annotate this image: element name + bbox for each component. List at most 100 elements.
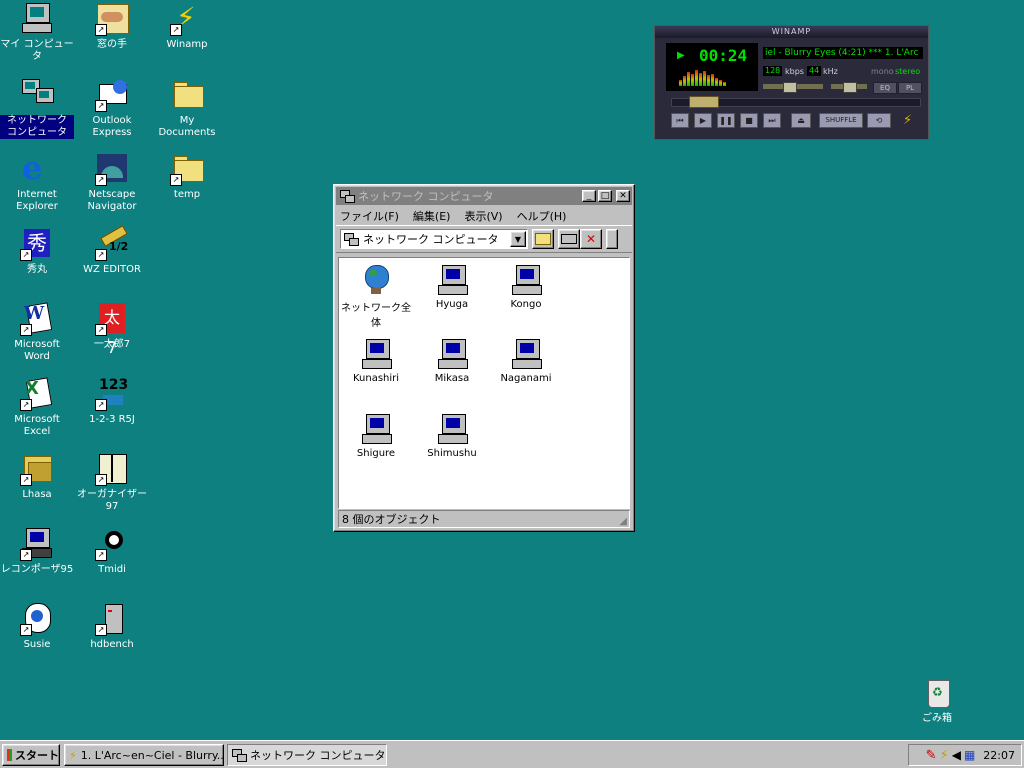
desktop-icon-recomposer[interactable]: ↗ レコンポーザ95 [0,527,74,576]
spectrum-visualizer[interactable] [679,70,726,86]
desktop-icon-outlook-express[interactable]: ↗ Outlook Express [75,78,149,139]
desktop-icon-recycle-bin[interactable]: ♻ ごみ箱 [900,676,974,725]
clock[interactable]: 22:07 [983,749,1015,762]
hidemaru-icon: 秀 ↗ [20,227,54,261]
ichitaro-icon: 太7 ↗ [95,302,129,357]
desktop-icon-hidemaru[interactable]: 秀 ↗ 秀丸 [0,227,74,276]
desktop-icon-netscape-navigator[interactable]: ↗ Netscape Navigator [75,152,149,213]
desktop-icon-hdbench[interactable]: ↗ hdbench [75,602,149,651]
desktop-icon-internet-explorer[interactable]: e Internet Explorer [0,152,74,213]
status-text: 8 個のオブジェクト [342,513,441,526]
desktop-icon-microsoft-word[interactable]: W ↗ Microsoft Word [0,302,74,363]
desktop-icon-my-computer[interactable]: マイ コンピュータ [0,2,74,63]
start-button[interactable]: スタート [2,744,60,766]
network-drive-icon [561,234,577,244]
menu-help[interactable]: ヘルプ(H) [517,208,567,224]
volume-thumb[interactable] [783,82,797,93]
pause-button[interactable]: ❚❚ [717,113,735,128]
desktop-icon-label: ネットワーク コンピュータ [0,115,74,139]
file-item-label: Hyuga [435,299,469,310]
ime-icon[interactable]: ▦ [964,748,975,762]
up-folder-icon [535,233,551,245]
resize-grip-icon[interactable]: ◢ [619,516,627,527]
desktop-icon-label: Internet Explorer [16,189,58,212]
menu-file[interactable]: ファイル(F) [340,208,399,224]
winamp-lightning-icon: ⚡ [69,748,77,762]
winamp-titlebar[interactable]: WINAMP [655,26,928,38]
stop-button[interactable]: ■ [740,113,758,128]
taskbar-task-winamp[interactable]: ⚡ 1. L'Arc~en~Ciel - Blurry... [64,744,224,766]
file-item-kunashiri[interactable]: Kunashiri [339,338,413,384]
seek-thumb[interactable] [689,96,719,108]
previous-button[interactable]: ⏮ [671,113,689,128]
desktop-icon-susie[interactable]: ↗ Susie [0,602,74,651]
winamp-time[interactable]: 00:24 [699,46,747,65]
computer-icon [360,338,392,370]
recomposer-icon: ↗ [20,527,54,561]
pen-icon[interactable]: ✎ [926,748,937,763]
file-item-entire-network[interactable]: ネットワーク全体 [339,264,413,329]
stereo-indicator: stereo [895,67,921,76]
up-folder-button[interactable] [532,229,554,249]
desktop-icon-organizer[interactable]: ↗ オーガナイザー 97 [75,452,149,513]
file-item-naganami[interactable]: Naganami [489,338,563,384]
desktop-icon-label: Lhasa [22,489,52,500]
computer-icon [510,338,542,370]
file-item-shimushu[interactable]: Shimushu [415,413,489,459]
winamp-tray-icon[interactable]: ⚡ [940,748,949,763]
khz-label: kHz [823,67,838,76]
desktop-icon-my-documents[interactable]: My Documents [150,78,224,139]
desktop-icon-label: ごみ箱 [922,713,952,724]
menu-view[interactable]: 表示(V) [464,208,502,224]
toolbar-overflow-button[interactable] [606,229,618,249]
next-button[interactable]: ⏭ [763,113,781,128]
desktop-icon-wz-editor[interactable]: 1/2 ↗ WZ EDITOR [75,225,149,276]
desktop-icon-label: Susie [23,639,51,650]
taskbar-task-network-computer[interactable]: ネットワーク コンピュータ [227,744,387,766]
windows-logo-icon [7,749,12,761]
network-computer-icon [20,78,54,112]
file-item-shigure[interactable]: Shigure [339,413,413,459]
repeat-button[interactable]: ⟲ [867,113,891,128]
desktop-icon-ichitaro[interactable]: 太7 ↗ 一太郎7 [75,302,149,357]
desktop-icon-madonote[interactable]: ↗ 窓の手 [75,2,149,51]
maximize-button[interactable]: □ [598,190,612,202]
desktop-icon-label: Outlook Express [92,115,132,138]
desktop-icon-label: Netscape Navigator [87,189,137,212]
desktop-icon-tmidi[interactable]: ↗ Tmidi [75,527,149,576]
minimize-button[interactable]: _ [582,190,596,202]
file-item-kongo[interactable]: Kongo [489,264,563,310]
disconnect-icon: ✕ [585,232,597,246]
system-tray: ✎ ⚡ ◀ ▦ 22:07 [908,744,1022,766]
map-network-drive-button[interactable] [558,229,580,249]
desktop-icon-label: My Documents [158,115,216,138]
play-button[interactable]: ▶ [694,113,712,128]
window-titlebar[interactable]: ネットワーク コンピュータ _ □ ✕ [336,187,632,205]
desktop-icon-lotus-123[interactable]: 123 ↗ 1-2-3 R5J [75,377,149,426]
status-bar: 8 個のオブジェクト ◢ [338,510,630,528]
file-item-label: Mikasa [434,373,470,384]
playlist-toggle-button[interactable]: PL [898,82,922,94]
disconnect-drive-button[interactable]: ✕ [580,229,602,249]
desktop-icon-network-computer[interactable]: ネットワーク コンピュータ [0,78,74,139]
eq-toggle-button[interactable]: EQ [873,82,897,94]
organizer-icon: ↗ [95,452,129,486]
desktop-icon-temp[interactable]: ↗ temp [150,152,224,201]
desktop-icon-label: temp [173,189,201,200]
shuffle-button[interactable]: SHUFFLE [819,113,863,128]
balance-thumb[interactable] [843,82,857,93]
file-item-hyuga[interactable]: Hyuga [415,264,489,310]
lhasa-icon: ↗ [20,452,54,486]
close-button[interactable]: ✕ [616,190,630,202]
volume-icon[interactable]: ◀ [952,748,961,762]
mono-indicator: mono [871,67,894,76]
address-dropdown[interactable]: ネットワーク コンピュータ ▼ [340,229,528,249]
file-item-mikasa[interactable]: Mikasa [415,338,489,384]
desktop-icon-microsoft-excel[interactable]: X ↗ Microsoft Excel [0,377,74,438]
desktop-icon-lhasa[interactable]: ↗ Lhasa [0,452,74,501]
chevron-down-icon[interactable]: ▼ [510,231,526,247]
eject-button[interactable]: ⏏ [791,113,811,128]
song-title-ticker[interactable]: iel - Blurry Eyes (4:21) *** 1. L'Arc [763,47,923,59]
menu-edit[interactable]: 編集(E) [413,208,451,224]
desktop-icon-winamp[interactable]: ⚡ ↗ Winamp [150,2,224,51]
